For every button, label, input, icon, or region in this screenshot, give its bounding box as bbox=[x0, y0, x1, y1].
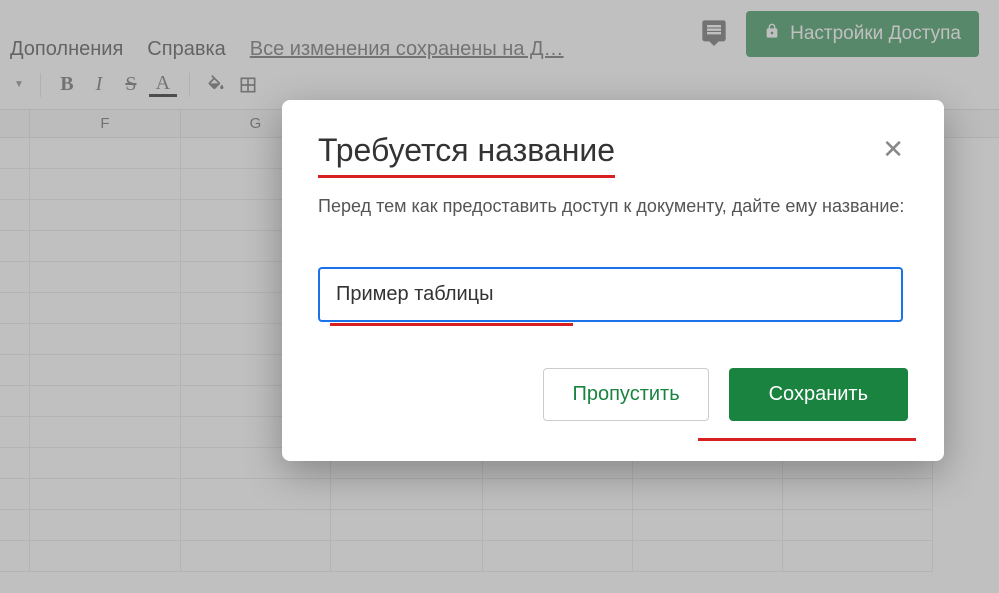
save-button[interactable]: Сохранить bbox=[729, 368, 908, 421]
modal-header: Требуется название ✕ bbox=[318, 132, 908, 178]
modal-description: Перед тем как предоставить доступ к доку… bbox=[318, 196, 908, 217]
annotation-underline bbox=[698, 438, 916, 441]
close-icon[interactable]: ✕ bbox=[878, 132, 908, 166]
annotation-underline bbox=[330, 323, 573, 326]
modal-buttons: Пропустить Сохранить bbox=[318, 368, 908, 421]
skip-button[interactable]: Пропустить bbox=[543, 368, 708, 421]
name-required-modal: Требуется название ✕ Перед тем как предо… bbox=[282, 100, 944, 461]
modal-title: Требуется название bbox=[318, 132, 615, 178]
document-name-input[interactable] bbox=[318, 267, 903, 322]
